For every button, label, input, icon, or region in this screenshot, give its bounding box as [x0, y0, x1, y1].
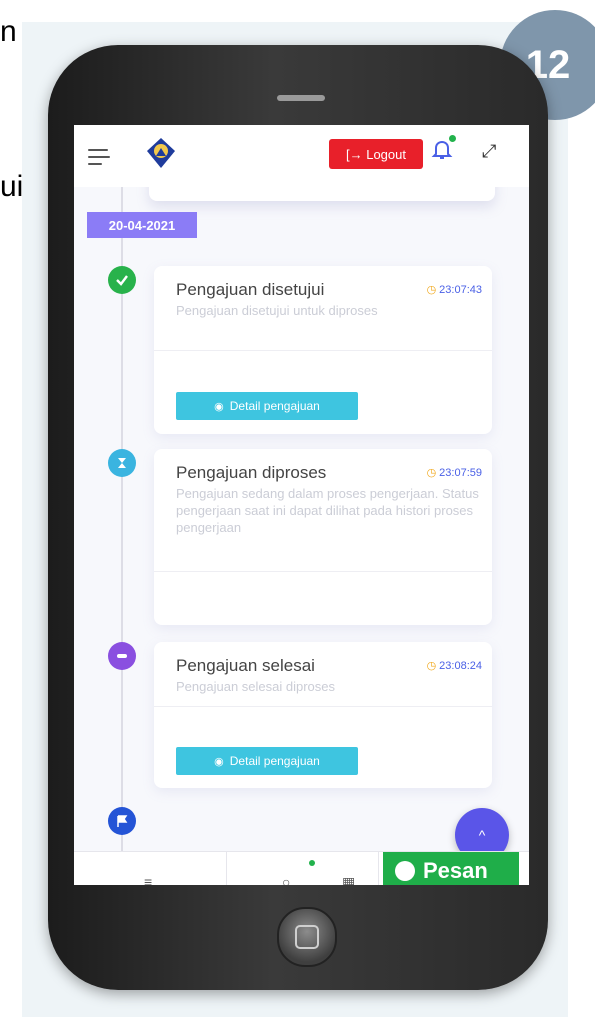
card-description: Pengajuan disetujui untuk diproses: [176, 303, 378, 318]
card-time: ◷ 23:08:24: [427, 659, 482, 672]
card-description: Pengajuan sedang dalam proses pengerjaan…: [176, 486, 479, 535]
phone-speaker: [277, 95, 325, 101]
notification-dot: [449, 135, 456, 142]
timeline-marker: [108, 642, 136, 670]
card-time-value: 23:07:43: [439, 284, 482, 296]
bell-icon[interactable]: [431, 139, 453, 166]
card-divider: [154, 706, 492, 707]
notification-dot: [309, 860, 315, 866]
phone-screen: [→ Logout ⤢ 20-04-2021 Pengajuan disetuj…: [74, 125, 529, 885]
square-icon: [295, 925, 319, 949]
card-time-value: 23:07:59: [439, 467, 482, 479]
timeline-card: Pengajuan selesai ◷ 23:08:24 Pengajuan se…: [154, 642, 492, 788]
list-icon[interactable]: ≡: [144, 874, 152, 885]
chat-bubble-icon: [395, 861, 415, 881]
minus-icon: [117, 654, 127, 658]
eye-icon: ◉: [214, 755, 224, 768]
timeline-marker: [108, 807, 136, 835]
pesan-label: Pesan: [423, 858, 488, 883]
eye-icon: ◉: [214, 400, 224, 413]
home-button[interactable]: [277, 907, 337, 967]
clock-icon: ◷: [426, 660, 437, 672]
card-time: ◷ 23:07:59: [427, 466, 482, 479]
search-icon[interactable]: ○: [282, 874, 290, 885]
chevron-up-icon: ^: [478, 827, 486, 843]
nav-divider: [378, 852, 379, 885]
emblem-logo: [146, 137, 176, 174]
top-bar: [→ Logout ⤢: [74, 125, 529, 187]
clock-icon: ◷: [426, 284, 437, 296]
card-time: ◷ 23:07:43: [427, 283, 482, 296]
detail-button-label: Detail pengajuan: [229, 399, 320, 413]
menu-icon[interactable]: [88, 149, 110, 170]
bottom-navigation: ≡ ○ ▦ Pesan: [74, 851, 529, 885]
timeline-marker: [108, 266, 136, 294]
card-time-value: 23:08:24: [439, 660, 482, 672]
expand-icon[interactable]: ⤢: [482, 141, 496, 162]
card-title: Pengajuan disetujui: [176, 280, 325, 299]
card-divider: [154, 571, 492, 572]
card-title: Pengajuan diproses: [176, 463, 327, 482]
timeline-marker: [108, 449, 136, 477]
timeline-card: Pengajuan diproses ◷ 23:07:59 Pengajuan s…: [154, 449, 492, 625]
detail-pengajuan-button[interactable]: ◉ Detail pengajuan: [176, 747, 358, 775]
date-badge: 20-04-2021: [87, 212, 197, 238]
clock-icon: ◷: [426, 467, 437, 479]
card-divider: [154, 350, 492, 351]
detail-button-label: Detail pengajuan: [229, 754, 320, 768]
card-title: Pengajuan selesai: [176, 656, 315, 675]
side-text-fragment: n: [0, 15, 17, 48]
logout-button[interactable]: [→ Logout: [329, 139, 423, 169]
card-description: Pengajuan selesai diproses: [176, 679, 335, 694]
side-text-fragment: ui: [0, 170, 24, 203]
nav-divider: [226, 852, 227, 885]
check-icon: [116, 275, 128, 286]
timeline-card: Pengajuan disetujui ◷ 23:07:43 Pengajuan …: [154, 266, 492, 434]
grid-icon[interactable]: ▦: [342, 874, 355, 885]
phone-frame: [→ Logout ⤢ 20-04-2021 Pengajuan disetuj…: [48, 45, 548, 990]
flag-icon: [117, 815, 128, 827]
pesan-chat-button[interactable]: Pesan: [383, 852, 519, 885]
hourglass-icon: [118, 458, 126, 468]
detail-pengajuan-button[interactable]: ◉ Detail pengajuan: [176, 392, 358, 420]
